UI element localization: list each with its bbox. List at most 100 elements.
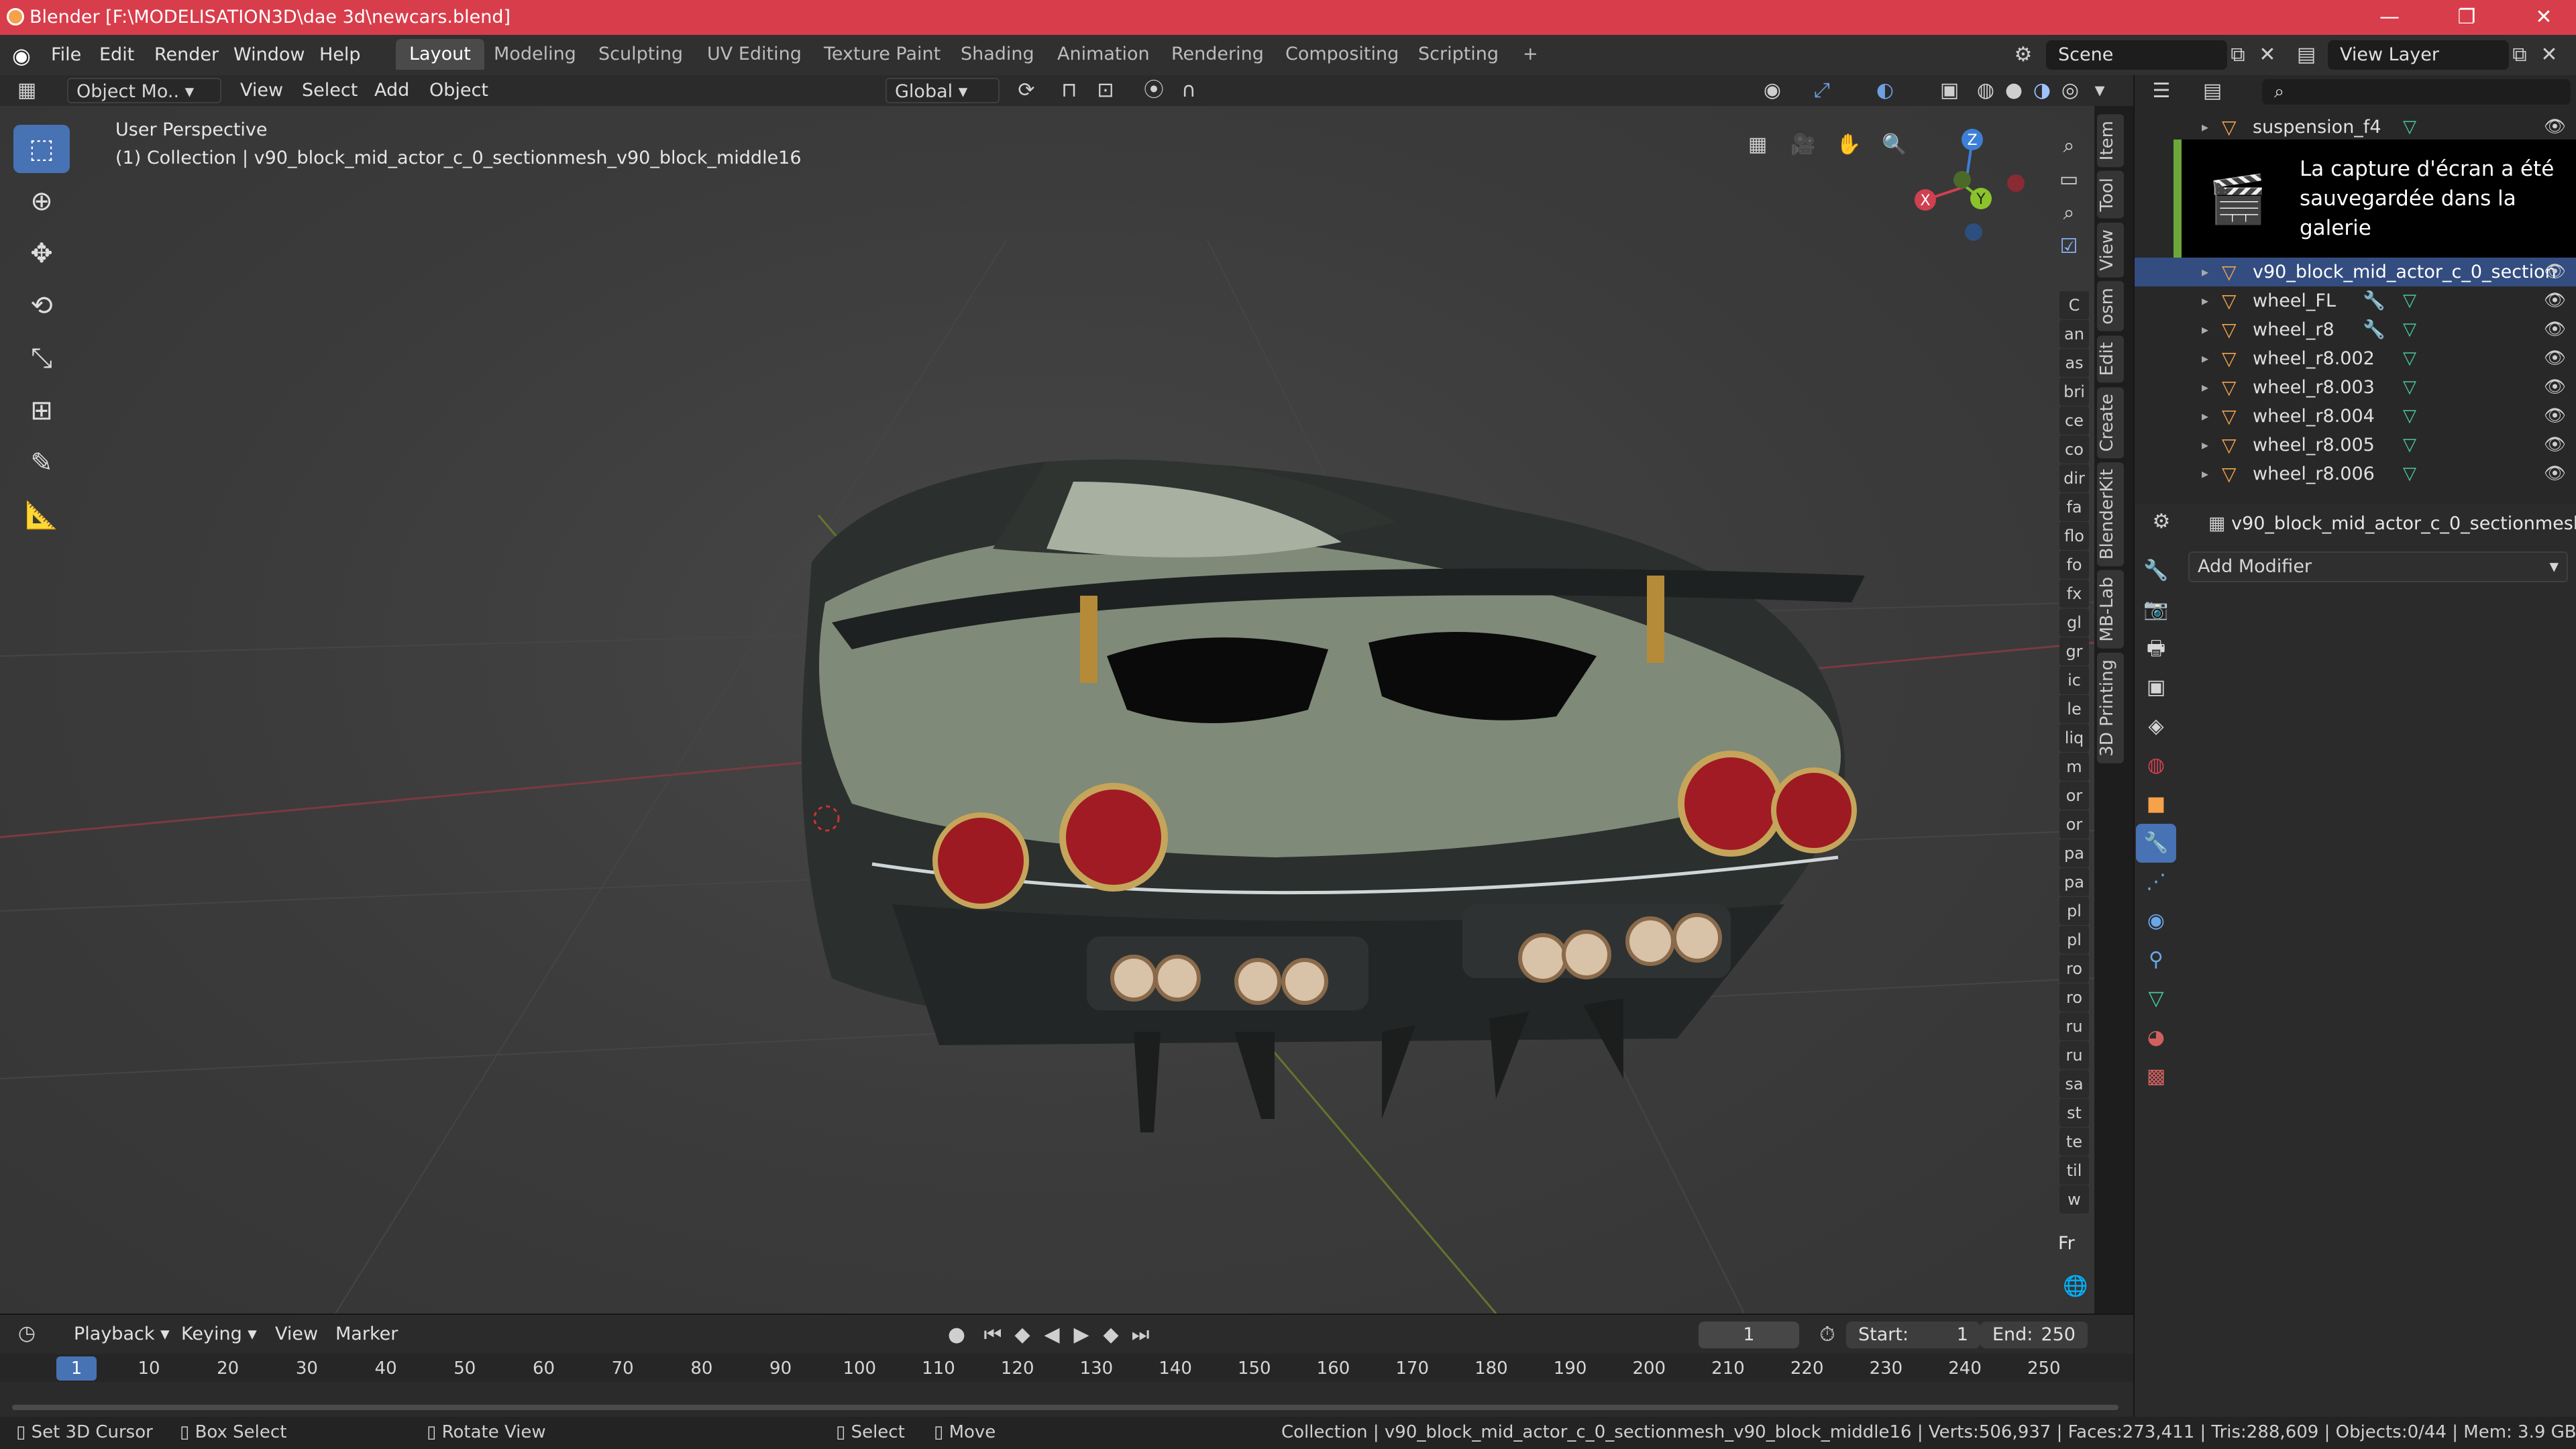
physics-props-icon[interactable]: ◉ bbox=[2136, 902, 2176, 941]
tab-texture-paint[interactable]: Texture Paint bbox=[810, 39, 954, 70]
material-props-icon[interactable]: ◕ bbox=[2136, 1018, 2176, 1057]
record-icon[interactable]: ● bbox=[943, 1322, 970, 1348]
expand-arrow-icon[interactable]: ▸ bbox=[2202, 344, 2208, 373]
timeline-menu-playback[interactable]: Playback ▾ bbox=[64, 1322, 179, 1347]
menu-help[interactable]: Help bbox=[311, 42, 369, 68]
expand-arrow-icon[interactable]: ▸ bbox=[2202, 431, 2208, 460]
next-key-icon[interactable]: ◆ bbox=[1097, 1322, 1124, 1348]
addon-panel-tab[interactable]: as bbox=[2059, 349, 2089, 377]
frame-ruler[interactable]: 1 10 20 30 40 50 60 70 80 90 100 110 120 130 140 150 160… bbox=[0, 1354, 2133, 1382]
addon-panel-tab[interactable]: pl bbox=[2059, 926, 2089, 954]
new-scene-icon[interactable]: ⧉ bbox=[2224, 42, 2251, 68]
scene-field[interactable]: Scene bbox=[2046, 40, 2227, 70]
visibility-eye-icon[interactable]: 👁 bbox=[2544, 286, 2566, 315]
outliner-item[interactable]: ▸ ▽ wheel_r8 🔧 ▽ 👁 bbox=[2135, 315, 2576, 344]
pan-view-icon[interactable]: ✋ bbox=[1835, 131, 1862, 158]
addon-panel-tab[interactable]: pl bbox=[2059, 897, 2089, 925]
addon-panel-tab[interactable]: w bbox=[2059, 1185, 2089, 1214]
addon-panel-tab[interactable]: pa bbox=[2059, 868, 2089, 896]
outliner-item[interactable]: ▸▽v90_block_mid_actor_c_0_section▽👁 bbox=[2135, 258, 2576, 286]
restore-button[interactable]: ❐ bbox=[2452, 3, 2481, 32]
menu-render[interactable]: Render bbox=[146, 42, 227, 68]
solid-shading-icon[interactable]: ● bbox=[2000, 77, 2027, 104]
tab-scripting[interactable]: Scripting bbox=[1405, 39, 1512, 70]
n-panel-tab-view[interactable]: View bbox=[2097, 222, 2124, 278]
timeline-menu-view[interactable]: View bbox=[266, 1322, 327, 1347]
wireframe-shading-icon[interactable]: ◍ bbox=[1972, 77, 1999, 104]
add-modifier-dropdown[interactable]: Add Modifier ▾ bbox=[2188, 551, 2568, 582]
visibility-eye-icon[interactable]: 👁 bbox=[2544, 460, 2566, 488]
scene-icon[interactable]: ⚙ bbox=[2010, 42, 2037, 68]
select-box-tool[interactable]: ⬚ bbox=[13, 125, 70, 173]
tab-rendering[interactable]: Rendering bbox=[1158, 39, 1277, 70]
end-frame-field[interactable]: End: 250 bbox=[1980, 1322, 2088, 1348]
transform-orientation-dropdown[interactable]: Global ▾ bbox=[885, 78, 1000, 103]
addon-panel-tab[interactable]: fx bbox=[2059, 580, 2089, 608]
delete-scene-icon[interactable]: ✕ bbox=[2254, 42, 2281, 68]
prev-key-icon[interactable]: ◆ bbox=[1009, 1322, 1036, 1348]
addon-panel-tab[interactable]: til bbox=[2059, 1157, 2089, 1185]
addon-panel-tab[interactable]: gr bbox=[2059, 637, 2089, 665]
addon-panel-tab[interactable]: ru bbox=[2059, 1012, 2089, 1040]
visibility-eye-icon[interactable]: 👁 bbox=[2544, 258, 2566, 286]
snap-icon[interactable]: ⊓ bbox=[1056, 77, 1083, 104]
jump-start-icon[interactable]: ⏮ bbox=[979, 1322, 1006, 1348]
timeline-menu-marker[interactable]: Marker bbox=[326, 1322, 407, 1347]
start-frame-field[interactable]: Start: 1 bbox=[1846, 1322, 1980, 1348]
addon-panel-tab[interactable]: sa bbox=[2059, 1070, 2089, 1098]
add-workspace-icon[interactable]: + bbox=[1509, 39, 1552, 70]
addon-panel-tab[interactable]: ru bbox=[2059, 1041, 2089, 1069]
outliner-item[interactable]: ▸ ▽ wheel_r8.005 ▽ 👁 bbox=[2135, 431, 2576, 460]
xray-icon[interactable]: ▣ bbox=[1936, 77, 1963, 104]
visibility-eye-icon[interactable]: 👁 bbox=[2544, 402, 2566, 431]
n-panel-tab-mb-lab[interactable]: MB-Lab bbox=[2097, 570, 2124, 649]
properties-editor-icon[interactable]: ⚙ bbox=[2148, 508, 2175, 535]
viewport-menu-select[interactable]: Select bbox=[292, 78, 367, 103]
n-panel-tab-create[interactable]: Create bbox=[2097, 386, 2124, 458]
expand-arrow-icon[interactable]: ▸ bbox=[2202, 315, 2208, 344]
outliner-search-input[interactable]: ⌕ bbox=[2262, 79, 2571, 105]
texture-props-icon[interactable]: ▩ bbox=[2136, 1057, 2176, 1096]
world-props-icon[interactable]: ◍ bbox=[2136, 746, 2176, 785]
addon-panel-tab[interactable]: le bbox=[2059, 695, 2089, 723]
material-shading-icon[interactable]: ◑ bbox=[2029, 77, 2055, 104]
tab-compositing[interactable]: Compositing bbox=[1272, 39, 1412, 70]
addon-panel-tab[interactable]: bri bbox=[2059, 378, 2089, 406]
visibility-eye-icon[interactable]: 👁 bbox=[2544, 373, 2566, 402]
outliner-item[interactable]: ▸ ▽ wheel_r8.002 ▽ 👁 bbox=[2135, 344, 2576, 373]
addon-panel-tab[interactable]: ro bbox=[2059, 955, 2089, 983]
falloff-icon[interactable]: ∩ bbox=[1175, 77, 1202, 104]
checkbox-icon[interactable]: ☑ bbox=[2055, 233, 2082, 260]
visibility-eye-icon[interactable]: 👁 bbox=[2544, 113, 2566, 142]
timeline-editor-icon[interactable]: ◷ bbox=[13, 1320, 40, 1347]
gizmo-toggle-icon[interactable]: ⤢ bbox=[1809, 77, 1835, 104]
close-window-button[interactable]: ✕ bbox=[2529, 3, 2559, 32]
particles-props-icon[interactable]: ⋰ bbox=[2136, 863, 2176, 902]
tab-layout[interactable]: Layout bbox=[396, 39, 484, 70]
tab-modeling[interactable]: Modeling bbox=[480, 39, 590, 70]
mode-dropdown[interactable]: Object Mo.. ▾ bbox=[67, 78, 221, 103]
constraints-props-icon[interactable]: ⚲ bbox=[2136, 941, 2176, 979]
n-panel-tab-blenderkit[interactable]: BlenderKit bbox=[2097, 462, 2124, 567]
expand-arrow-icon[interactable]: ▸ bbox=[2202, 286, 2208, 315]
viewport-menu-view[interactable]: View bbox=[231, 78, 292, 103]
visibility-eye-icon[interactable]: 👁 bbox=[2544, 315, 2566, 344]
tab-uv-editing[interactable]: UV Editing bbox=[694, 39, 815, 70]
menu-file[interactable]: File bbox=[43, 42, 89, 68]
blender-menu-icon[interactable]: ◉ bbox=[12, 43, 31, 68]
expand-arrow-icon[interactable]: ▸ bbox=[2202, 373, 2208, 402]
display-mode-icon[interactable]: ▤ bbox=[2199, 78, 2226, 105]
timeline-scrollbar[interactable] bbox=[12, 1405, 2118, 1410]
n-panel-tab-3d-printing[interactable]: 3D Printing bbox=[2097, 652, 2124, 763]
jump-end-icon[interactable]: ⏭ bbox=[1127, 1322, 1154, 1348]
n-panel-tab-item[interactable]: Item bbox=[2097, 114, 2124, 168]
addon-panel-tab[interactable]: liq bbox=[2059, 724, 2089, 752]
n-panel-tab-tool[interactable]: Tool bbox=[2097, 171, 2124, 219]
menu-window[interactable]: Window bbox=[225, 42, 313, 68]
expand-arrow-icon[interactable]: ▸ bbox=[2202, 113, 2208, 142]
view-layer-props-icon[interactable]: ▣ bbox=[2136, 668, 2176, 707]
tab-animation[interactable]: Animation bbox=[1044, 39, 1163, 70]
stopwatch-icon[interactable]: ⏱ bbox=[1814, 1322, 1841, 1348]
snap-target-icon[interactable]: ⊡ bbox=[1092, 77, 1119, 104]
expand-arrow-icon[interactable]: ▸ bbox=[2202, 402, 2208, 431]
